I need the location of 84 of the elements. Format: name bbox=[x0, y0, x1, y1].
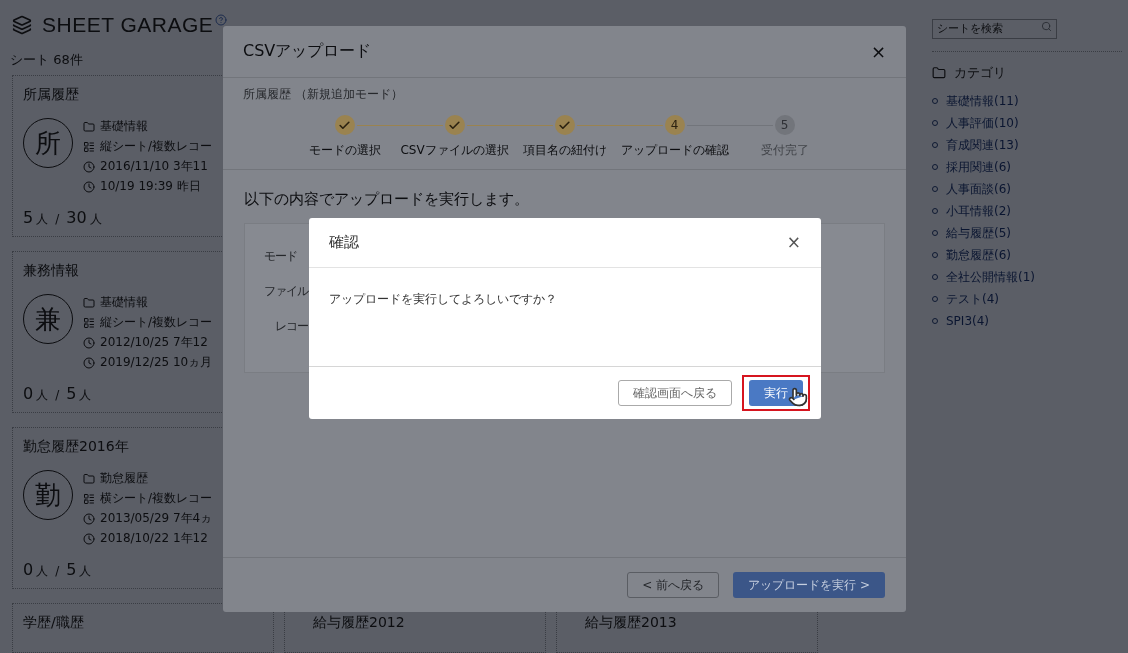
clock-icon bbox=[83, 532, 95, 545]
count-separator: / bbox=[55, 212, 60, 226]
card-title: 給与履歴2013 bbox=[584, 614, 677, 632]
folder-icon bbox=[932, 66, 946, 80]
sheet-type: 縦シート/複数レコー bbox=[100, 138, 213, 155]
current-count: 0 bbox=[23, 384, 34, 403]
step-label: 受付完了 bbox=[760, 142, 809, 159]
help-icon[interactable] bbox=[215, 13, 228, 26]
count-unit: 人 bbox=[79, 387, 92, 404]
total-count: 30 bbox=[66, 208, 87, 227]
count-separator: / bbox=[55, 564, 60, 578]
sheet-type: 縦シート/複数レコー bbox=[100, 314, 213, 331]
current-count: 0 bbox=[23, 560, 34, 579]
current-count: 5 bbox=[23, 208, 34, 227]
category-link[interactable]: 小耳情報(2) bbox=[946, 202, 1011, 220]
updated-date: 2019/12/25 10ヵ月 bbox=[100, 354, 213, 371]
step-marker: 5 bbox=[774, 115, 795, 135]
step-label: CSVファイルの選択 bbox=[400, 142, 509, 159]
category-text: 勤怠履歴 bbox=[100, 470, 148, 487]
folder-icon bbox=[83, 472, 95, 485]
category-link[interactable]: 採用関連(6) bbox=[946, 158, 1011, 176]
category-link[interactable]: 育成関連(13) bbox=[946, 136, 1019, 154]
table-icon bbox=[83, 492, 95, 505]
category-link[interactable]: 全社公開情報(1) bbox=[946, 268, 1035, 286]
total-count: 5 bbox=[66, 384, 77, 403]
category-link[interactable]: 基礎情報(11) bbox=[946, 92, 1019, 110]
card-title: 学歴/職歴 bbox=[23, 614, 84, 632]
sheet-initial: 兼 bbox=[23, 294, 73, 344]
folder-icon bbox=[83, 296, 95, 309]
close-button[interactable]: × bbox=[786, 234, 801, 251]
clock-icon bbox=[83, 356, 95, 369]
close-button[interactable]: × bbox=[870, 42, 886, 61]
step-label: 項目名の紐付け bbox=[522, 142, 607, 159]
dialog-message: アップロードを実行してよろしいですか？ bbox=[329, 292, 557, 306]
created-date: 2012/10/25 7年12 bbox=[100, 334, 208, 351]
updated-date: 10/19 19:39 昨日 bbox=[100, 178, 201, 195]
modal-title: CSVアップロード bbox=[243, 41, 372, 62]
category-link[interactable]: テスト(4) bbox=[946, 290, 999, 308]
category-link[interactable]: 給与履歴(5) bbox=[946, 224, 1011, 242]
count-unit: 人 bbox=[36, 387, 49, 404]
clock-icon bbox=[83, 160, 95, 173]
search-icon bbox=[1041, 21, 1052, 32]
sheet-type: 横シート/複数レコー bbox=[100, 490, 213, 507]
layers-icon bbox=[12, 14, 32, 35]
category-heading: カテゴリ bbox=[954, 64, 1006, 82]
count-separator: / bbox=[55, 388, 60, 402]
updated-date: 2018/10/22 1年12 bbox=[100, 530, 208, 547]
category-link[interactable]: SPI3(4) bbox=[946, 314, 990, 328]
card-title: 兼務情報 bbox=[23, 262, 79, 280]
summary-label: レコー bbox=[275, 318, 308, 335]
cancel-button[interactable]: 確認画面へ戻る bbox=[618, 380, 732, 406]
sheet-initial: 勤 bbox=[23, 470, 73, 520]
app-title: SHEET GARAGE bbox=[42, 12, 214, 37]
total-count: 5 bbox=[66, 560, 77, 579]
created-date: 2016/11/10 3年11 bbox=[100, 158, 208, 175]
table-icon bbox=[83, 140, 95, 153]
category-text: 基礎情報 bbox=[100, 294, 148, 311]
sheet-initial: 所 bbox=[23, 118, 73, 168]
folder-icon bbox=[83, 120, 95, 133]
hand-cursor-icon bbox=[788, 387, 808, 407]
clock-icon bbox=[83, 512, 95, 525]
created-date: 2013/05/29 7年4ヵ bbox=[100, 510, 213, 527]
step-label: アップロードの確認 bbox=[620, 142, 729, 159]
card-title: 勤怠履歴2016年 bbox=[23, 438, 129, 456]
category-link[interactable]: 勤怠履歴(6) bbox=[946, 246, 1011, 264]
table-icon bbox=[83, 316, 95, 329]
count-unit: 人 bbox=[79, 563, 92, 580]
card-title: 所属履歴 bbox=[23, 86, 79, 104]
upload-button[interactable]: アップロードを実行 > bbox=[733, 572, 885, 598]
clock-icon bbox=[83, 336, 95, 349]
category-link[interactable]: 人事評価(10) bbox=[946, 114, 1019, 132]
category-link[interactable]: 人事面談(6) bbox=[946, 180, 1011, 198]
search-field[interactable]: シートを検索 bbox=[932, 18, 1057, 39]
count-unit: 人 bbox=[89, 211, 102, 228]
step-label: モードの選択 bbox=[308, 142, 381, 159]
card-title: 給与履歴2012 bbox=[312, 614, 405, 632]
count-unit: 人 bbox=[36, 563, 49, 580]
count-unit: 人 bbox=[36, 211, 49, 228]
clock-icon bbox=[83, 180, 95, 193]
sheet-count: シート 68件 bbox=[10, 51, 83, 69]
back-button[interactable]: < 前へ戻る bbox=[627, 572, 720, 598]
category-text: 基礎情報 bbox=[100, 118, 148, 135]
dialog-title: 確認 bbox=[329, 233, 359, 252]
step-marker: 4 bbox=[664, 115, 685, 135]
